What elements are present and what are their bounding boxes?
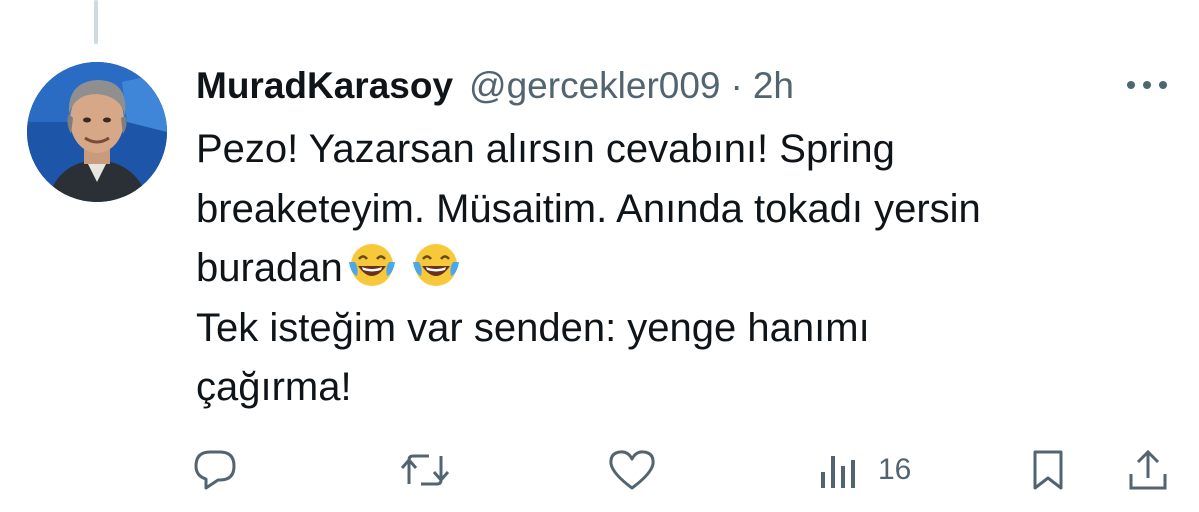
more-options-icon[interactable] — [1120, 70, 1174, 100]
thread-connector-line — [94, 0, 98, 44]
avatar[interactable] — [27, 62, 167, 202]
laughing-tears-emoji-icon — [411, 242, 461, 288]
bookmark-icon — [1030, 448, 1066, 492]
share-button[interactable] — [1126, 448, 1170, 492]
tweet-text: Pezo! Yazarsan alırsın cevabını! Spring … — [196, 120, 1156, 418]
share-icon — [1126, 448, 1170, 492]
tweet-text-line: çağırma! — [196, 365, 352, 409]
tweet-actions-bar: 16 — [0, 440, 1199, 500]
tweet-text-line: Pezo! Yazarsan alırsın cevabını! Spring — [196, 127, 895, 171]
views-button[interactable]: 16 — [818, 448, 911, 492]
user-handle[interactable]: @gercekler009 — [469, 65, 720, 107]
views-count: 16 — [878, 453, 912, 486]
views-icon — [818, 448, 860, 492]
display-name[interactable]: MuradKarasoy — [196, 65, 453, 107]
tweet-header: MuradKarasoy @gercekler009 · 2h — [196, 58, 794, 114]
reply-icon — [192, 448, 238, 492]
bookmark-button[interactable] — [1030, 448, 1066, 492]
reply-button[interactable] — [192, 448, 238, 492]
tweet-text-line: Tek isteğim var senden: yenge hanımı — [196, 305, 870, 350]
retweet-button[interactable] — [399, 448, 451, 492]
laughing-tears-emoji-icon — [347, 242, 397, 288]
timestamp[interactable]: 2h — [753, 65, 794, 107]
tweet-text-line-with-emoji: buradan — [196, 239, 1156, 299]
like-button[interactable] — [607, 448, 657, 492]
separator-dot: · — [730, 65, 743, 106]
tweet-text-line: breaketeyim. Müsaitim. Anında tokadı yer… — [196, 186, 981, 231]
tweet-text-line: buradan — [196, 246, 343, 290]
heart-icon — [607, 448, 657, 492]
retweet-icon — [399, 448, 451, 492]
